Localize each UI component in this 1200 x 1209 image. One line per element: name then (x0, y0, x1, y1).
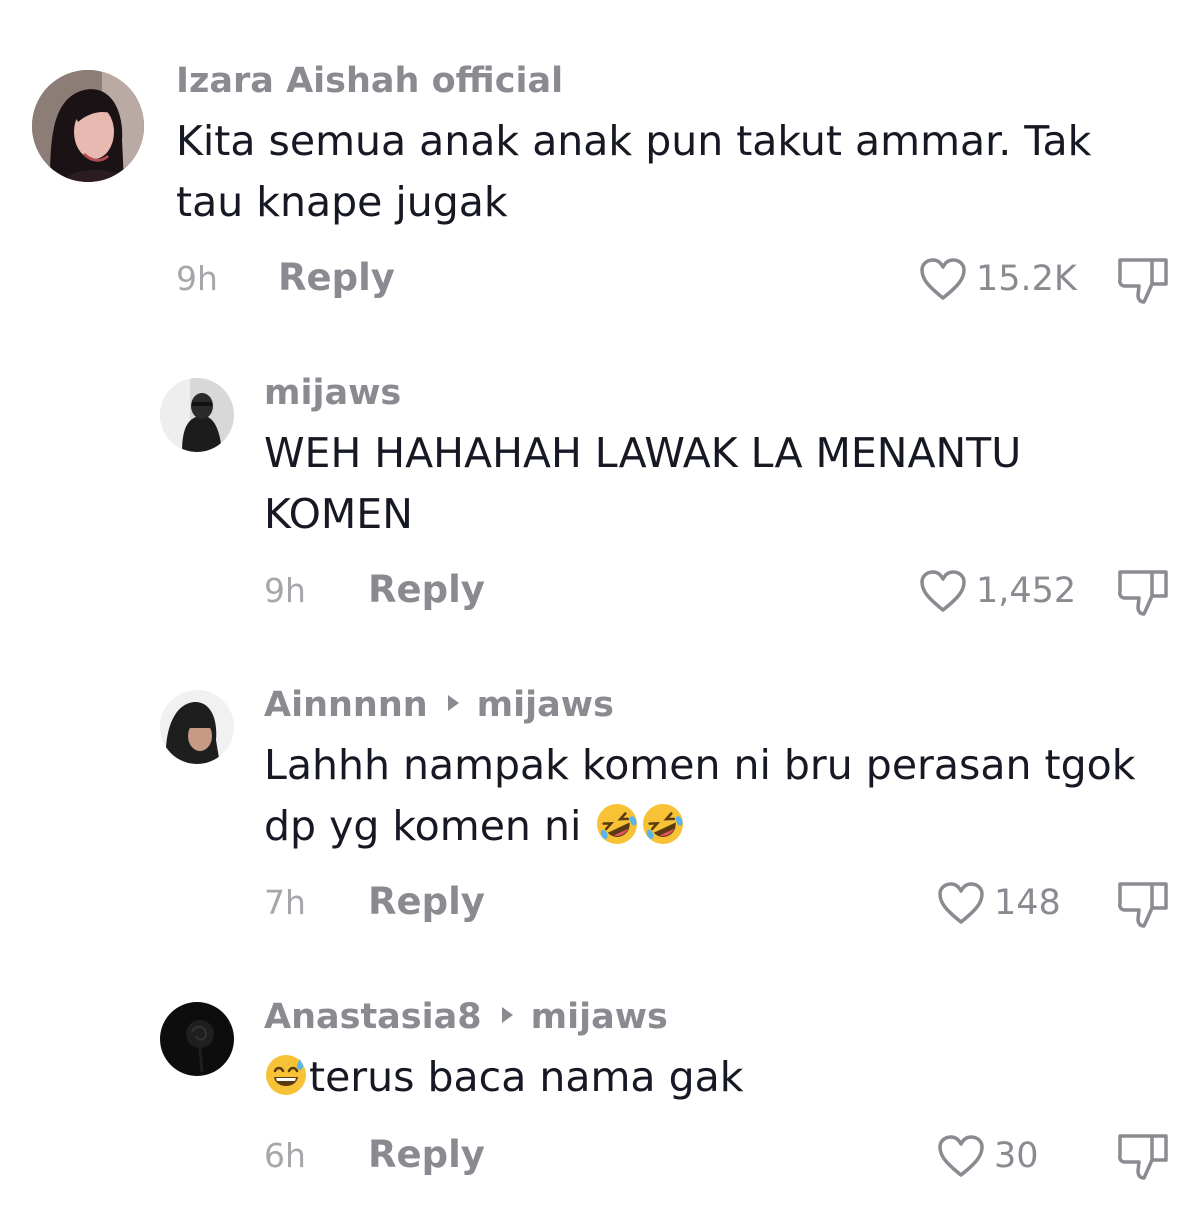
reply-arrow-icon (447, 695, 459, 711)
comment-text-line: WEH HAHAHAH LAWAK LA MENANTU (264, 429, 1022, 477)
heart-icon (918, 256, 968, 302)
dislike-button[interactable] (1116, 1130, 1172, 1184)
reply-arrow-icon (501, 1007, 513, 1023)
reply-button[interactable]: Reply (278, 259, 395, 296)
reply-button[interactable]: Reply (368, 571, 485, 608)
like-button[interactable]: 1,452 (918, 568, 1076, 614)
avatar[interactable] (160, 1002, 234, 1076)
thumbs-down-icon (1118, 570, 1168, 616)
like-button[interactable]: 15.2K (918, 256, 1077, 302)
like-count: 30 (994, 1135, 1039, 1176)
comment-text-line: KOMEN (264, 490, 413, 538)
heart-icon (936, 1133, 986, 1179)
like-button[interactable]: 148 (936, 880, 1061, 926)
username-text[interactable]: Izara Aishah official (176, 61, 563, 101)
username-text[interactable]: mijaws (264, 373, 401, 413)
comment-text-line: terus baca nama gak (309, 1053, 744, 1101)
comment-text: WEH HAHAHAH LAWAK LA MENANTU KOMEN (264, 423, 1194, 545)
comment-username[interactable]: mijaws (264, 376, 401, 411)
comment-text-line: Kita semua anak anak pun takut ammar. Ta… (176, 117, 1092, 165)
like-count: 1,452 (976, 570, 1077, 611)
dislike-button[interactable] (1116, 566, 1172, 620)
rolling-on-floor-laughing-emoji-icon (595, 802, 639, 846)
comment-timestamp: 7h (264, 883, 306, 922)
dislike-button[interactable] (1116, 254, 1172, 308)
username-text[interactable]: Ainnnnn (264, 685, 428, 725)
thumbs-down-icon (1118, 1134, 1168, 1180)
reply-button[interactable]: Reply (368, 1136, 485, 1173)
like-count: 15.2K (976, 258, 1077, 299)
dislike-button[interactable] (1116, 878, 1172, 932)
comment-timestamp: 9h (176, 259, 218, 298)
heart-icon (936, 880, 986, 926)
reply-button[interactable]: Reply (368, 883, 485, 920)
comment-timestamp: 6h (264, 1136, 306, 1175)
comment-text-line: tau knape jugak (176, 178, 508, 226)
rolling-on-floor-laughing-emoji-icon (641, 802, 685, 846)
thumbs-down-icon (1118, 258, 1168, 304)
comment-username[interactable]: Ainnnnn mijaws (264, 688, 614, 723)
avatar-woman-portrait-image (32, 70, 144, 182)
reply-to-username[interactable]: mijaws (477, 685, 614, 725)
comment-text: Kita semua anak anak pun takut ammar. Ta… (176, 111, 1106, 233)
like-button[interactable]: 30 (936, 1133, 1039, 1179)
avatar[interactable] (160, 690, 234, 764)
comment-text: terus baca nama gak (264, 1047, 1194, 1108)
comment-text-line: dp yg komen ni (264, 802, 582, 850)
reply-to-username[interactable]: mijaws (531, 997, 668, 1037)
avatar-hijab-woman-image (160, 690, 234, 764)
avatar[interactable] (160, 378, 234, 452)
grinning-face-with-sweat-emoji-icon (264, 1053, 308, 1097)
avatar-dark-rose-image (160, 1002, 234, 1076)
comment-username[interactable]: Anastasia8 mijaws (264, 1000, 668, 1035)
heart-icon (918, 568, 968, 614)
comment-text: Lahhh nampak komen ni bru perasan tgok d… (264, 735, 1194, 857)
username-text[interactable]: Anastasia8 (264, 997, 482, 1037)
comment-timestamp: 9h (264, 571, 306, 610)
avatar-dark-person-image (160, 378, 234, 452)
thumbs-down-icon (1118, 882, 1168, 928)
like-count: 148 (994, 882, 1061, 923)
avatar[interactable] (32, 70, 144, 182)
comment-username[interactable]: Izara Aishah official (176, 64, 563, 99)
comment-text-line: Lahhh nampak komen ni bru perasan tgok (264, 741, 1136, 789)
